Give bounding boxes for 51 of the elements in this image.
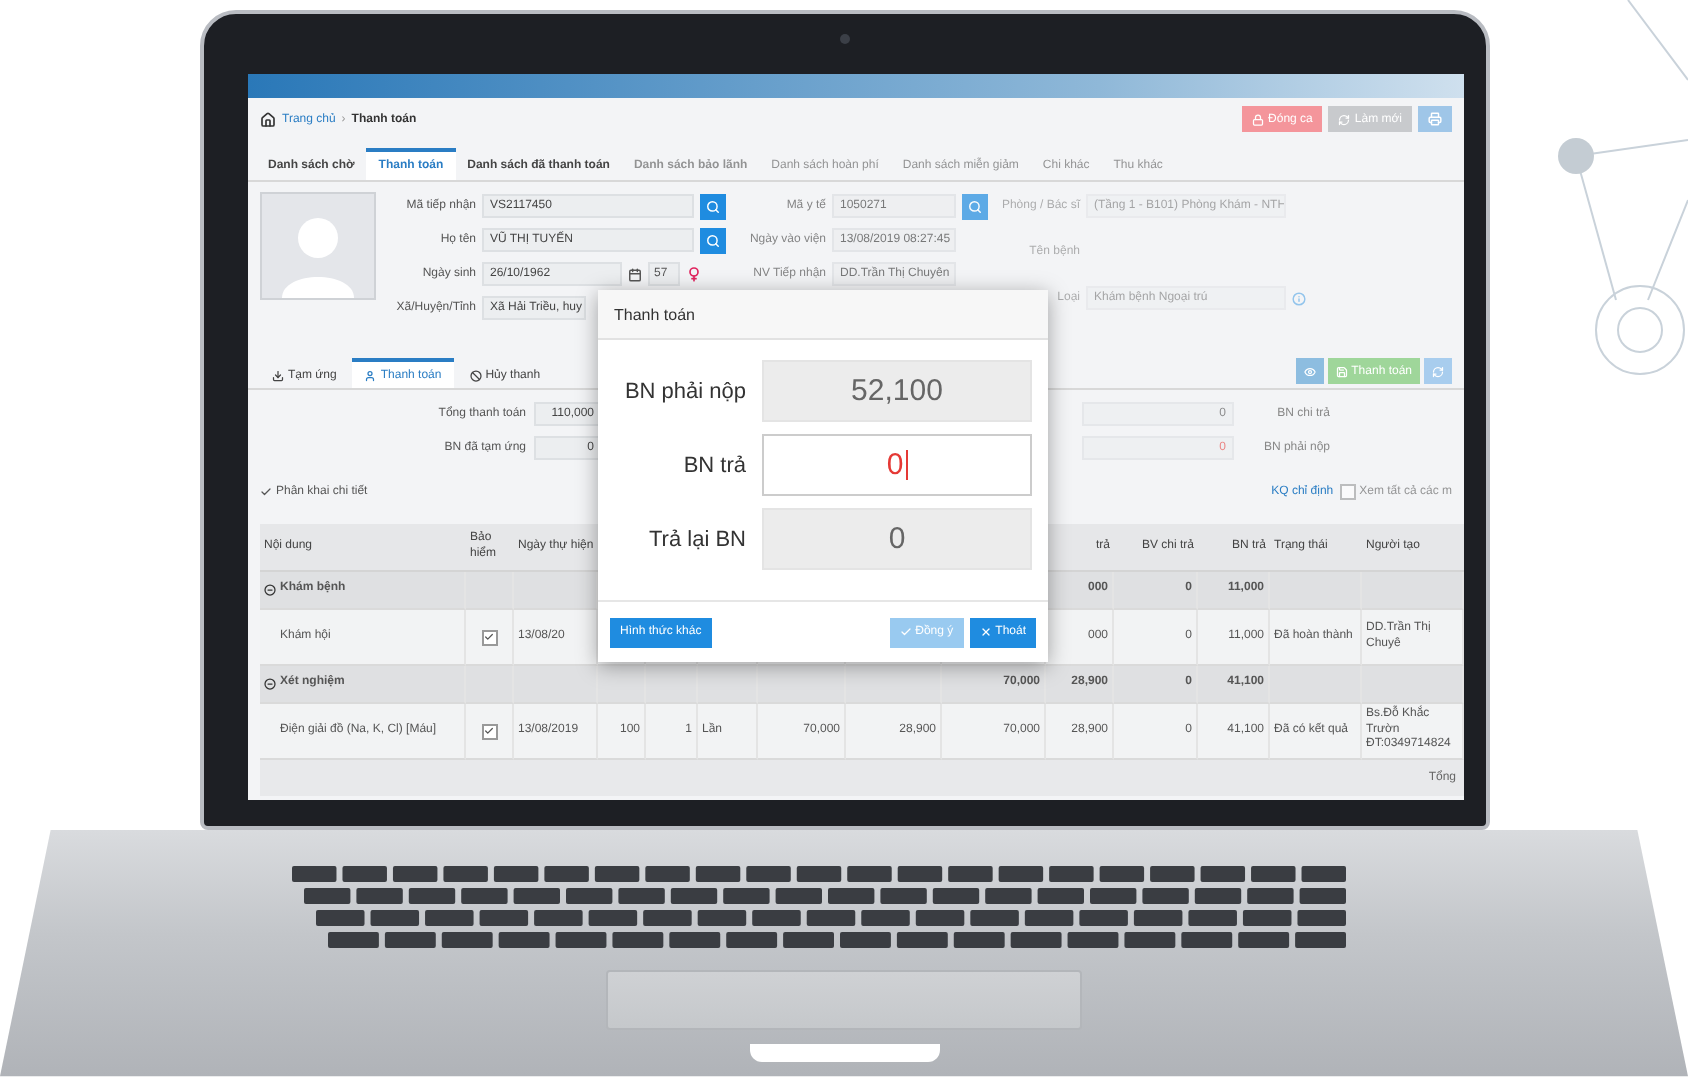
- table-cell: [1362, 666, 1464, 704]
- info-icon: [1292, 291, 1306, 305]
- table-cell: [1362, 572, 1464, 610]
- field-label: Trả lại BN: [647, 527, 746, 551]
- download-icon: [272, 369, 284, 381]
- refresh-icon: [1338, 113, 1351, 125]
- checkbox[interactable]: [1339, 484, 1356, 500]
- field-label: BN phải nộp: [622, 379, 746, 403]
- amount-field: 52,100: [762, 360, 1032, 422]
- table-cell: [598, 666, 646, 704]
- table-cell: [646, 666, 698, 704]
- check-icon: [260, 486, 272, 498]
- table-cell: [698, 666, 758, 704]
- print-button[interactable]: [1418, 106, 1452, 132]
- search-icon: [706, 233, 720, 247]
- amount-field: 0: [762, 508, 1032, 570]
- search-icon: [968, 199, 982, 213]
- field-label: BN trả: [681, 453, 746, 477]
- input-field[interactable]: 0: [762, 434, 1032, 496]
- user-icon: [364, 369, 377, 381]
- view-button[interactable]: [1295, 358, 1324, 384]
- cancel-icon: [469, 369, 482, 381]
- table-cell: [846, 666, 942, 704]
- check-icon: [484, 726, 494, 736]
- avatar-placeholder: [260, 192, 376, 300]
- table-cell: [1270, 666, 1362, 704]
- home-icon: [260, 111, 276, 127]
- checkbox[interactable]: [481, 723, 497, 739]
- check-icon: [484, 632, 494, 642]
- table-cell: [514, 666, 598, 704]
- table-cell: [1270, 572, 1362, 610]
- collapse-icon: [264, 678, 276, 690]
- camera-icon: [840, 34, 850, 44]
- search-button[interactable]: [962, 193, 988, 219]
- search-button[interactable]: [700, 227, 726, 253]
- search-button[interactable]: [700, 193, 726, 219]
- printer-icon: [1428, 112, 1442, 126]
- eye-icon: [1303, 365, 1316, 377]
- checkbox[interactable]: [481, 629, 497, 645]
- lock-icon: [1252, 113, 1265, 125]
- save-icon: [1335, 365, 1348, 377]
- table-cell: [758, 666, 846, 704]
- calendar-icon: [628, 267, 642, 281]
- dialog-title: Thanh toán: [614, 305, 695, 323]
- female-icon: [686, 266, 702, 282]
- refresh-button[interactable]: [1424, 358, 1452, 384]
- collapse-icon: [264, 584, 276, 596]
- close-icon: [979, 626, 992, 638]
- check-icon: [899, 626, 912, 638]
- search-icon: [706, 199, 720, 213]
- refresh-icon: [1432, 365, 1444, 377]
